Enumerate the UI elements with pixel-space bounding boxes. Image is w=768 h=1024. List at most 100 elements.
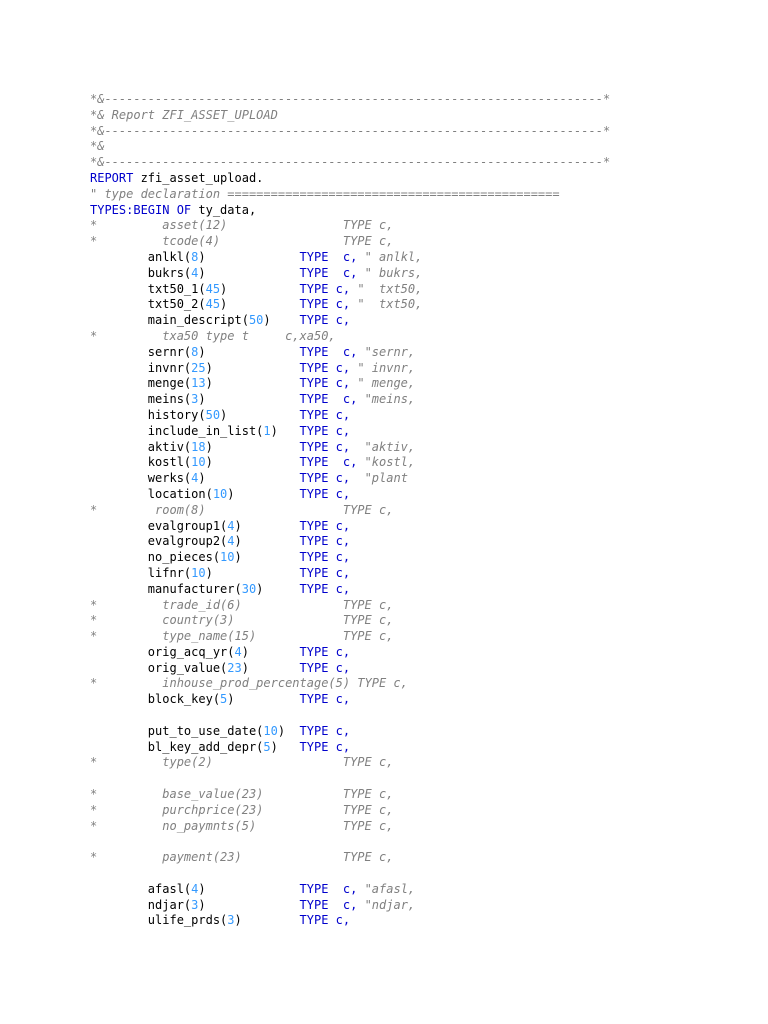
code-text: ) [234, 550, 300, 565]
code-line: no_pieces(10) TYPE c, [90, 550, 610, 566]
code-text: afasl( [90, 881, 192, 896]
code-comment: *& Report ZFI_ASSET_UPLOAD [90, 107, 278, 122]
code-keyword: TYPE c, [299, 581, 351, 596]
code-text: ) [241, 644, 300, 659]
code-comment: "aktiv, [350, 439, 416, 454]
code-line: * base_value(23) TYPE c, [90, 787, 610, 803]
code-line: * no_paymnts(5) TYPE c, [90, 819, 610, 835]
code-keyword: TYPE c, [299, 660, 351, 675]
code-number: 5 [263, 739, 271, 754]
code-text: location( [90, 486, 213, 501]
code-text: block_key( [90, 692, 221, 707]
code-keyword: TYPE c, [299, 265, 358, 280]
code-text: put_to_use_date( [90, 723, 264, 738]
code-keyword: TYPE c, [299, 376, 351, 391]
code-line: *&--------------------------------------… [90, 155, 610, 171]
code-number: 3 [227, 913, 235, 928]
code-line: block_key(5) TYPE c, [90, 692, 610, 708]
code-number: 10 [191, 565, 206, 580]
code-line: * room(8) TYPE c, [90, 503, 610, 519]
code-text: ) [198, 265, 300, 280]
code-number: 45 [205, 297, 221, 312]
code-line: history(50) TYPE c, [90, 408, 610, 424]
abap-source-code: *&--------------------------------------… [90, 92, 610, 929]
code-comment: " txt50, [350, 281, 423, 296]
code-number: 13 [191, 376, 206, 391]
code-number: 30 [241, 581, 257, 596]
code-text: ) [205, 439, 300, 454]
code-line: meins(3) TYPE c, "meins, [90, 392, 610, 408]
code-text: no_pieces( [90, 550, 221, 565]
code-line: invnr(25) TYPE c, " invnr, [90, 361, 610, 377]
code-line: *&--------------------------------------… [90, 124, 610, 140]
code-comment: *&--------------------------------------… [90, 92, 611, 106]
code-line: * tcode(4) TYPE c, [90, 234, 610, 250]
code-text: include_in_list( [90, 423, 264, 438]
code-keyword: TYPE c, [299, 739, 351, 754]
code-line: * purchprice(23) TYPE c, [90, 803, 610, 819]
code-number: 10 [191, 455, 206, 470]
code-keyword: TYPE c, [299, 881, 358, 896]
code-line: ndjar(3) TYPE c, "ndjar, [90, 898, 610, 914]
code-comment: * type_name(15) TYPE c, [90, 629, 394, 644]
code-line: include_in_list(1) TYPE c, [90, 424, 610, 440]
code-line: REPORT zfi_asset_upload. [90, 171, 610, 187]
code-line: orig_value(23) TYPE c, [90, 661, 610, 677]
code-keyword: TYPE c, [299, 550, 351, 565]
code-text: ) [220, 281, 300, 296]
code-text: txt50_2( [90, 297, 206, 312]
code-text: ) [220, 297, 300, 312]
code-text: lifnr( [90, 565, 192, 580]
code-number: 10 [220, 550, 235, 565]
code-text: ) [198, 392, 300, 407]
code-text: evalgroup2( [90, 534, 228, 549]
code-line: " type declaration =====================… [90, 187, 610, 203]
code-keyword: TYPE c, [299, 439, 351, 454]
code-line: kostl(10) TYPE c, "kostl, [90, 455, 610, 471]
code-comment: "afasl, [357, 881, 416, 896]
code-comment: * tcode(4) TYPE c, [90, 234, 394, 249]
code-text: ) [220, 407, 300, 422]
code-text: werks( [90, 471, 192, 486]
code-comment: * trade_id(6) TYPE c, [90, 597, 394, 612]
code-text: sernr( [90, 344, 192, 359]
code-text: ) [227, 692, 300, 707]
code-text: invnr( [90, 360, 192, 375]
code-comment: * base_value(23) TYPE c, [90, 787, 394, 802]
code-comment: " bukrs, [357, 265, 423, 280]
code-line: menge(13) TYPE c, " menge, [90, 376, 610, 392]
code-comment: "ndjar, [357, 897, 416, 912]
code-keyword: TYPE c, [299, 486, 351, 501]
code-comment: "meins, [357, 392, 416, 407]
code-line: * txa50 type t c,xa50, [90, 329, 610, 345]
code-line: location(10) TYPE c, [90, 487, 610, 503]
code-text: ) [198, 344, 300, 359]
code-keyword: REPORT [90, 170, 134, 185]
code-number: 4 [227, 534, 235, 549]
code-line: * inhouse_prod_percentage(5) TYPE c, [90, 676, 610, 692]
code-keyword: TYPE c, [299, 249, 358, 264]
code-keyword: TYPE c, [299, 518, 351, 533]
code-text: ) [270, 423, 300, 438]
code-text: meins( [90, 392, 192, 407]
code-text: ) [263, 313, 300, 328]
code-comment: " type declaration =====================… [90, 186, 560, 201]
code-text: ) [198, 881, 300, 896]
code-line: TYPES:BEGIN OF ty_data, [90, 203, 610, 219]
code-number: 1 [263, 423, 271, 438]
code-line: afasl(4) TYPE c, "afasl, [90, 882, 610, 898]
code-keyword: TYPE c, [299, 344, 358, 359]
code-text: orig_acq_yr( [90, 644, 235, 659]
code-text: ) [277, 723, 300, 738]
code-line: * payment(23) TYPE c, [90, 850, 610, 866]
code-text: ulife_prds( [90, 913, 228, 928]
code-comment: " txt50, [350, 297, 423, 312]
code-keyword: TYPE c, [299, 313, 351, 328]
code-text: ) [205, 455, 300, 470]
code-comment: * asset(12) TYPE c, [90, 218, 394, 233]
code-keyword: TYPE c, [299, 692, 351, 707]
code-keyword: TYPE c, [299, 534, 351, 549]
code-number: 10 [263, 723, 278, 738]
